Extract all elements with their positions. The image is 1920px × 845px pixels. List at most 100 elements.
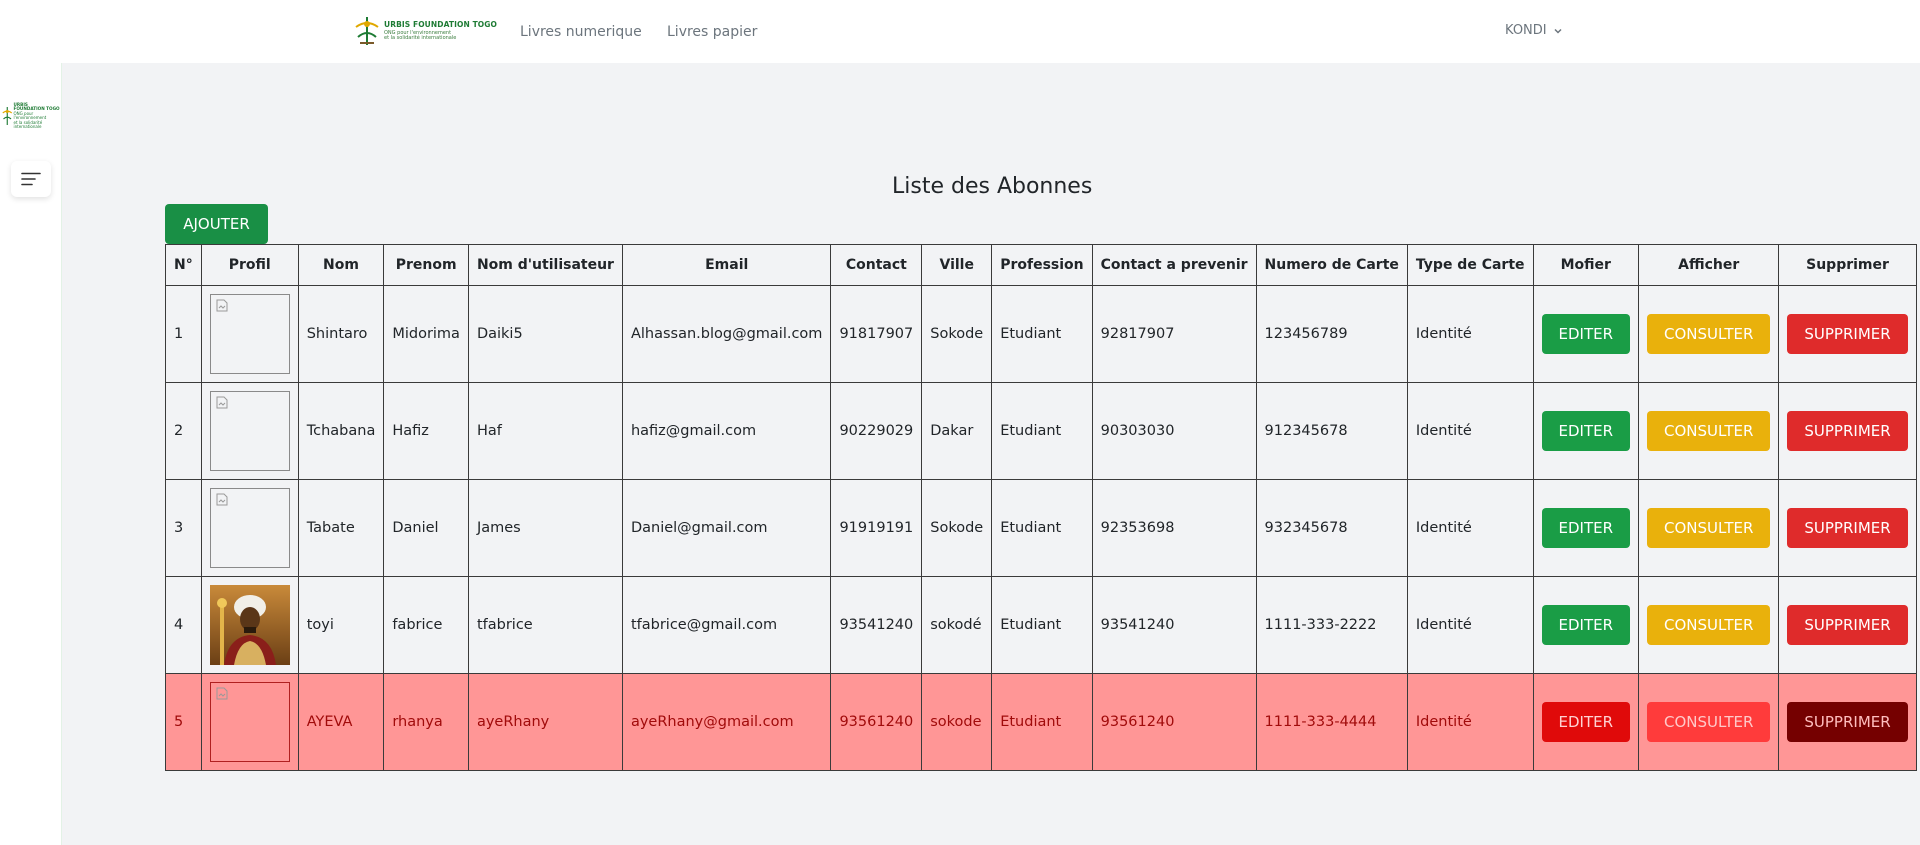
cell-type-carte: Identité: [1406, 673, 1534, 771]
sidebar-logo[interactable]: URBIS FOUNDATION TOGO ONG pour l'environ…: [2, 101, 60, 131]
cell-contact-prevenir: 92817907: [1091, 285, 1257, 383]
cell-number: 4: [165, 576, 202, 674]
brand-subtitle-2: et la solidarité internationale: [384, 34, 457, 41]
chevron-down-icon: [1554, 28, 1562, 34]
user-menu[interactable]: KONDI: [1505, 23, 1563, 38]
cell-delete: SUPPRIMER: [1778, 479, 1917, 577]
cell-profile: [200, 479, 299, 577]
cell-username: James: [467, 479, 623, 577]
cell-nom: Tchabana: [297, 382, 385, 480]
cell-username: ayeRhany: [467, 673, 623, 771]
urbis-logo-icon: [354, 15, 380, 47]
cell-profession: Etudiant: [991, 382, 1093, 480]
sidebar-logo-text: URBIS FOUNDATION TOGO ONG pour l'environ…: [13, 102, 60, 130]
consult-button[interactable]: CONSULTER: [1647, 411, 1771, 451]
edit-button[interactable]: EDITER: [1541, 411, 1631, 451]
cell-contact: 90229029: [830, 382, 923, 480]
column-header: Email: [621, 244, 832, 286]
brand-logo[interactable]: URBIS FOUNDATION TOGO ONG pour l'environ…: [354, 14, 497, 48]
sidebar-brand-subtitle-2: et la solidarité internationale: [13, 119, 43, 129]
column-header: Prenom: [383, 244, 469, 286]
cell-contact: 91919191: [830, 479, 923, 577]
avatar: [209, 391, 290, 471]
cell-ville: sokodé: [921, 576, 993, 674]
add-subscriber-button[interactable]: AJOUTER: [165, 204, 268, 244]
delete-button[interactable]: SUPPRIMER: [1787, 508, 1908, 548]
cell-ville: Sokode: [921, 285, 993, 383]
sidebar: URBIS FOUNDATION TOGO ONG pour l'environ…: [0, 63, 62, 845]
column-header: Nom d'utilisateur: [467, 244, 623, 286]
cell-profile: [200, 285, 299, 383]
cell-view: CONSULTER: [1638, 382, 1780, 480]
cell-view: CONSULTER: [1638, 576, 1780, 674]
cell-edit: EDITER: [1532, 382, 1640, 480]
edit-button[interactable]: EDITER: [1541, 605, 1631, 645]
delete-button[interactable]: SUPPRIMER: [1787, 314, 1908, 354]
cell-ville: Sokode: [921, 479, 993, 577]
cell-type-carte: Identité: [1406, 479, 1534, 577]
column-header: Contact a prevenir: [1091, 244, 1257, 286]
column-header: Afficher: [1638, 244, 1780, 286]
edit-button[interactable]: EDITER: [1541, 508, 1631, 548]
column-header: Contact: [830, 244, 923, 286]
nav-link-livres-numerique[interactable]: Livres numerique: [520, 24, 642, 40]
cell-email: tfabrice@gmail.com: [621, 576, 832, 674]
cell-delete: SUPPRIMER: [1778, 673, 1917, 771]
nav-link-livres-papier[interactable]: Livres papier: [667, 24, 757, 40]
subscribers-table: N° Profil Nom Prenom Nom d'utilisateur Email C…: [165, 244, 1917, 771]
cell-contact-prevenir: 90303030: [1091, 382, 1257, 480]
avatar: [209, 294, 290, 374]
column-header: Type de Carte: [1406, 244, 1534, 286]
delete-button[interactable]: SUPPRIMER: [1787, 411, 1908, 451]
broken-image-icon: [216, 493, 228, 506]
cell-contact: 91817907: [830, 285, 923, 383]
consult-button[interactable]: CONSULTER: [1647, 702, 1771, 742]
consult-button[interactable]: CONSULTER: [1647, 314, 1771, 354]
cell-profession: Etudiant: [991, 285, 1093, 383]
cell-number: 1: [165, 285, 202, 383]
cell-profession: Etudiant: [991, 673, 1093, 771]
cell-ville: sokode: [921, 673, 993, 771]
cell-nom: Shintaro: [297, 285, 385, 383]
cell-view: CONSULTER: [1638, 673, 1780, 771]
cell-prenom: Midorima: [383, 285, 469, 383]
cell-nom: AYEVA: [297, 673, 385, 771]
cell-ville: Dakar: [921, 382, 993, 480]
cell-number: 3: [165, 479, 202, 577]
top-navbar: URBIS FOUNDATION TOGO ONG pour l'environ…: [0, 0, 1920, 63]
cell-numero-carte: 1111-333-2222: [1255, 576, 1408, 674]
edit-button[interactable]: EDITER: [1541, 314, 1631, 354]
cell-numero-carte: 912345678: [1255, 382, 1408, 480]
cell-delete: SUPPRIMER: [1778, 382, 1917, 480]
column-header: Numero de Carte: [1255, 244, 1408, 286]
table-body: 1 Shintaro Midorima Daiki5 Alhassan.blog@gma…: [165, 285, 1917, 771]
delete-button[interactable]: SUPPRIMER: [1787, 605, 1908, 645]
table-row: 1 Shintaro Midorima Daiki5 Alhassan.blog@gma…: [165, 285, 1917, 383]
consult-button[interactable]: CONSULTER: [1647, 605, 1771, 645]
cell-number: 2: [165, 382, 202, 480]
cell-prenom: Daniel: [383, 479, 469, 577]
avatar: [209, 488, 290, 568]
cell-number: 5: [165, 673, 202, 771]
cell-numero-carte: 123456789: [1255, 285, 1408, 383]
cell-numero-carte: 932345678: [1255, 479, 1408, 577]
column-header: Ville: [921, 244, 993, 286]
hamburger-icon: [21, 172, 41, 186]
cell-contact: 93561240: [830, 673, 923, 771]
cell-type-carte: Identité: [1406, 382, 1534, 480]
edit-button[interactable]: EDITER: [1541, 702, 1631, 742]
cell-username: tfabrice: [467, 576, 623, 674]
consult-button[interactable]: CONSULTER: [1647, 508, 1771, 548]
cell-prenom: Hafiz: [383, 382, 469, 480]
cell-edit: EDITER: [1532, 673, 1640, 771]
cell-prenom: rhanya: [383, 673, 469, 771]
cell-edit: EDITER: [1532, 285, 1640, 383]
cell-type-carte: Identité: [1406, 285, 1534, 383]
cell-profile: [200, 382, 299, 480]
column-header: Nom: [297, 244, 385, 286]
delete-button[interactable]: SUPPRIMER: [1787, 702, 1908, 742]
broken-image-icon: [216, 396, 228, 409]
menu-toggle-button[interactable]: [11, 161, 51, 197]
cell-contact-prevenir: 93541240: [1091, 576, 1257, 674]
cell-email: ayeRhany@gmail.com: [621, 673, 832, 771]
